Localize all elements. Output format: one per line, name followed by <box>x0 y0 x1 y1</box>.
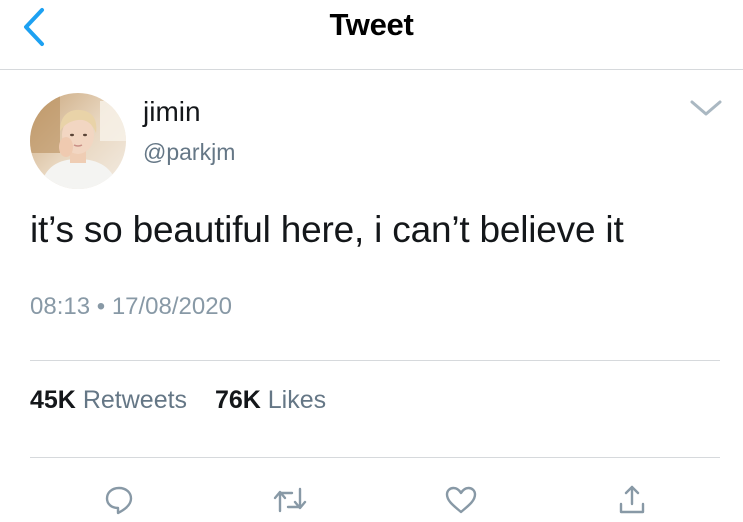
tweet-date: 17/08/2020 <box>111 293 232 320</box>
author-handle[interactable]: @parkjm <box>143 139 235 166</box>
retweets-label: Retweets <box>82 386 188 414</box>
engagement-stats: 45K Retweets 76K Likes <box>30 386 326 415</box>
like-button[interactable] <box>441 482 481 518</box>
retweets-stat[interactable]: 45K Retweets <box>30 386 194 414</box>
tweet-timestamp: 08:13 • 17/08/2020 <box>30 293 232 321</box>
likes-count: 76K <box>214 386 261 414</box>
profile-photo <box>30 93 126 189</box>
reply-icon <box>105 486 133 515</box>
author-name[interactable]: jimin <box>143 96 201 128</box>
avatar[interactable] <box>30 93 126 189</box>
reply-button[interactable] <box>99 482 139 518</box>
chevron-down-icon <box>690 100 722 116</box>
divider <box>30 457 720 458</box>
retweet-icon <box>273 487 307 513</box>
likes-stat[interactable]: 76K Likes <box>215 386 326 414</box>
navigation-header: Tweet <box>0 0 743 70</box>
page-title: Tweet <box>329 7 414 42</box>
meta-separator: • <box>96 293 106 320</box>
share-button[interactable] <box>612 482 652 518</box>
retweets-count: 45K <box>30 386 76 414</box>
likes-label: Likes <box>267 386 327 414</box>
like-icon <box>445 486 477 514</box>
share-icon <box>619 485 645 514</box>
tweet-time: 08:13 <box>30 293 91 320</box>
divider <box>30 360 720 361</box>
retweet-button[interactable] <box>270 482 310 518</box>
tweet-text: it’s so beautiful here, i can’t believe … <box>30 209 624 250</box>
tweet-options-button[interactable] <box>684 92 728 124</box>
tweet-screen: Tweet jimin @parkjm it’s so beautiful he… <box>0 0 743 522</box>
